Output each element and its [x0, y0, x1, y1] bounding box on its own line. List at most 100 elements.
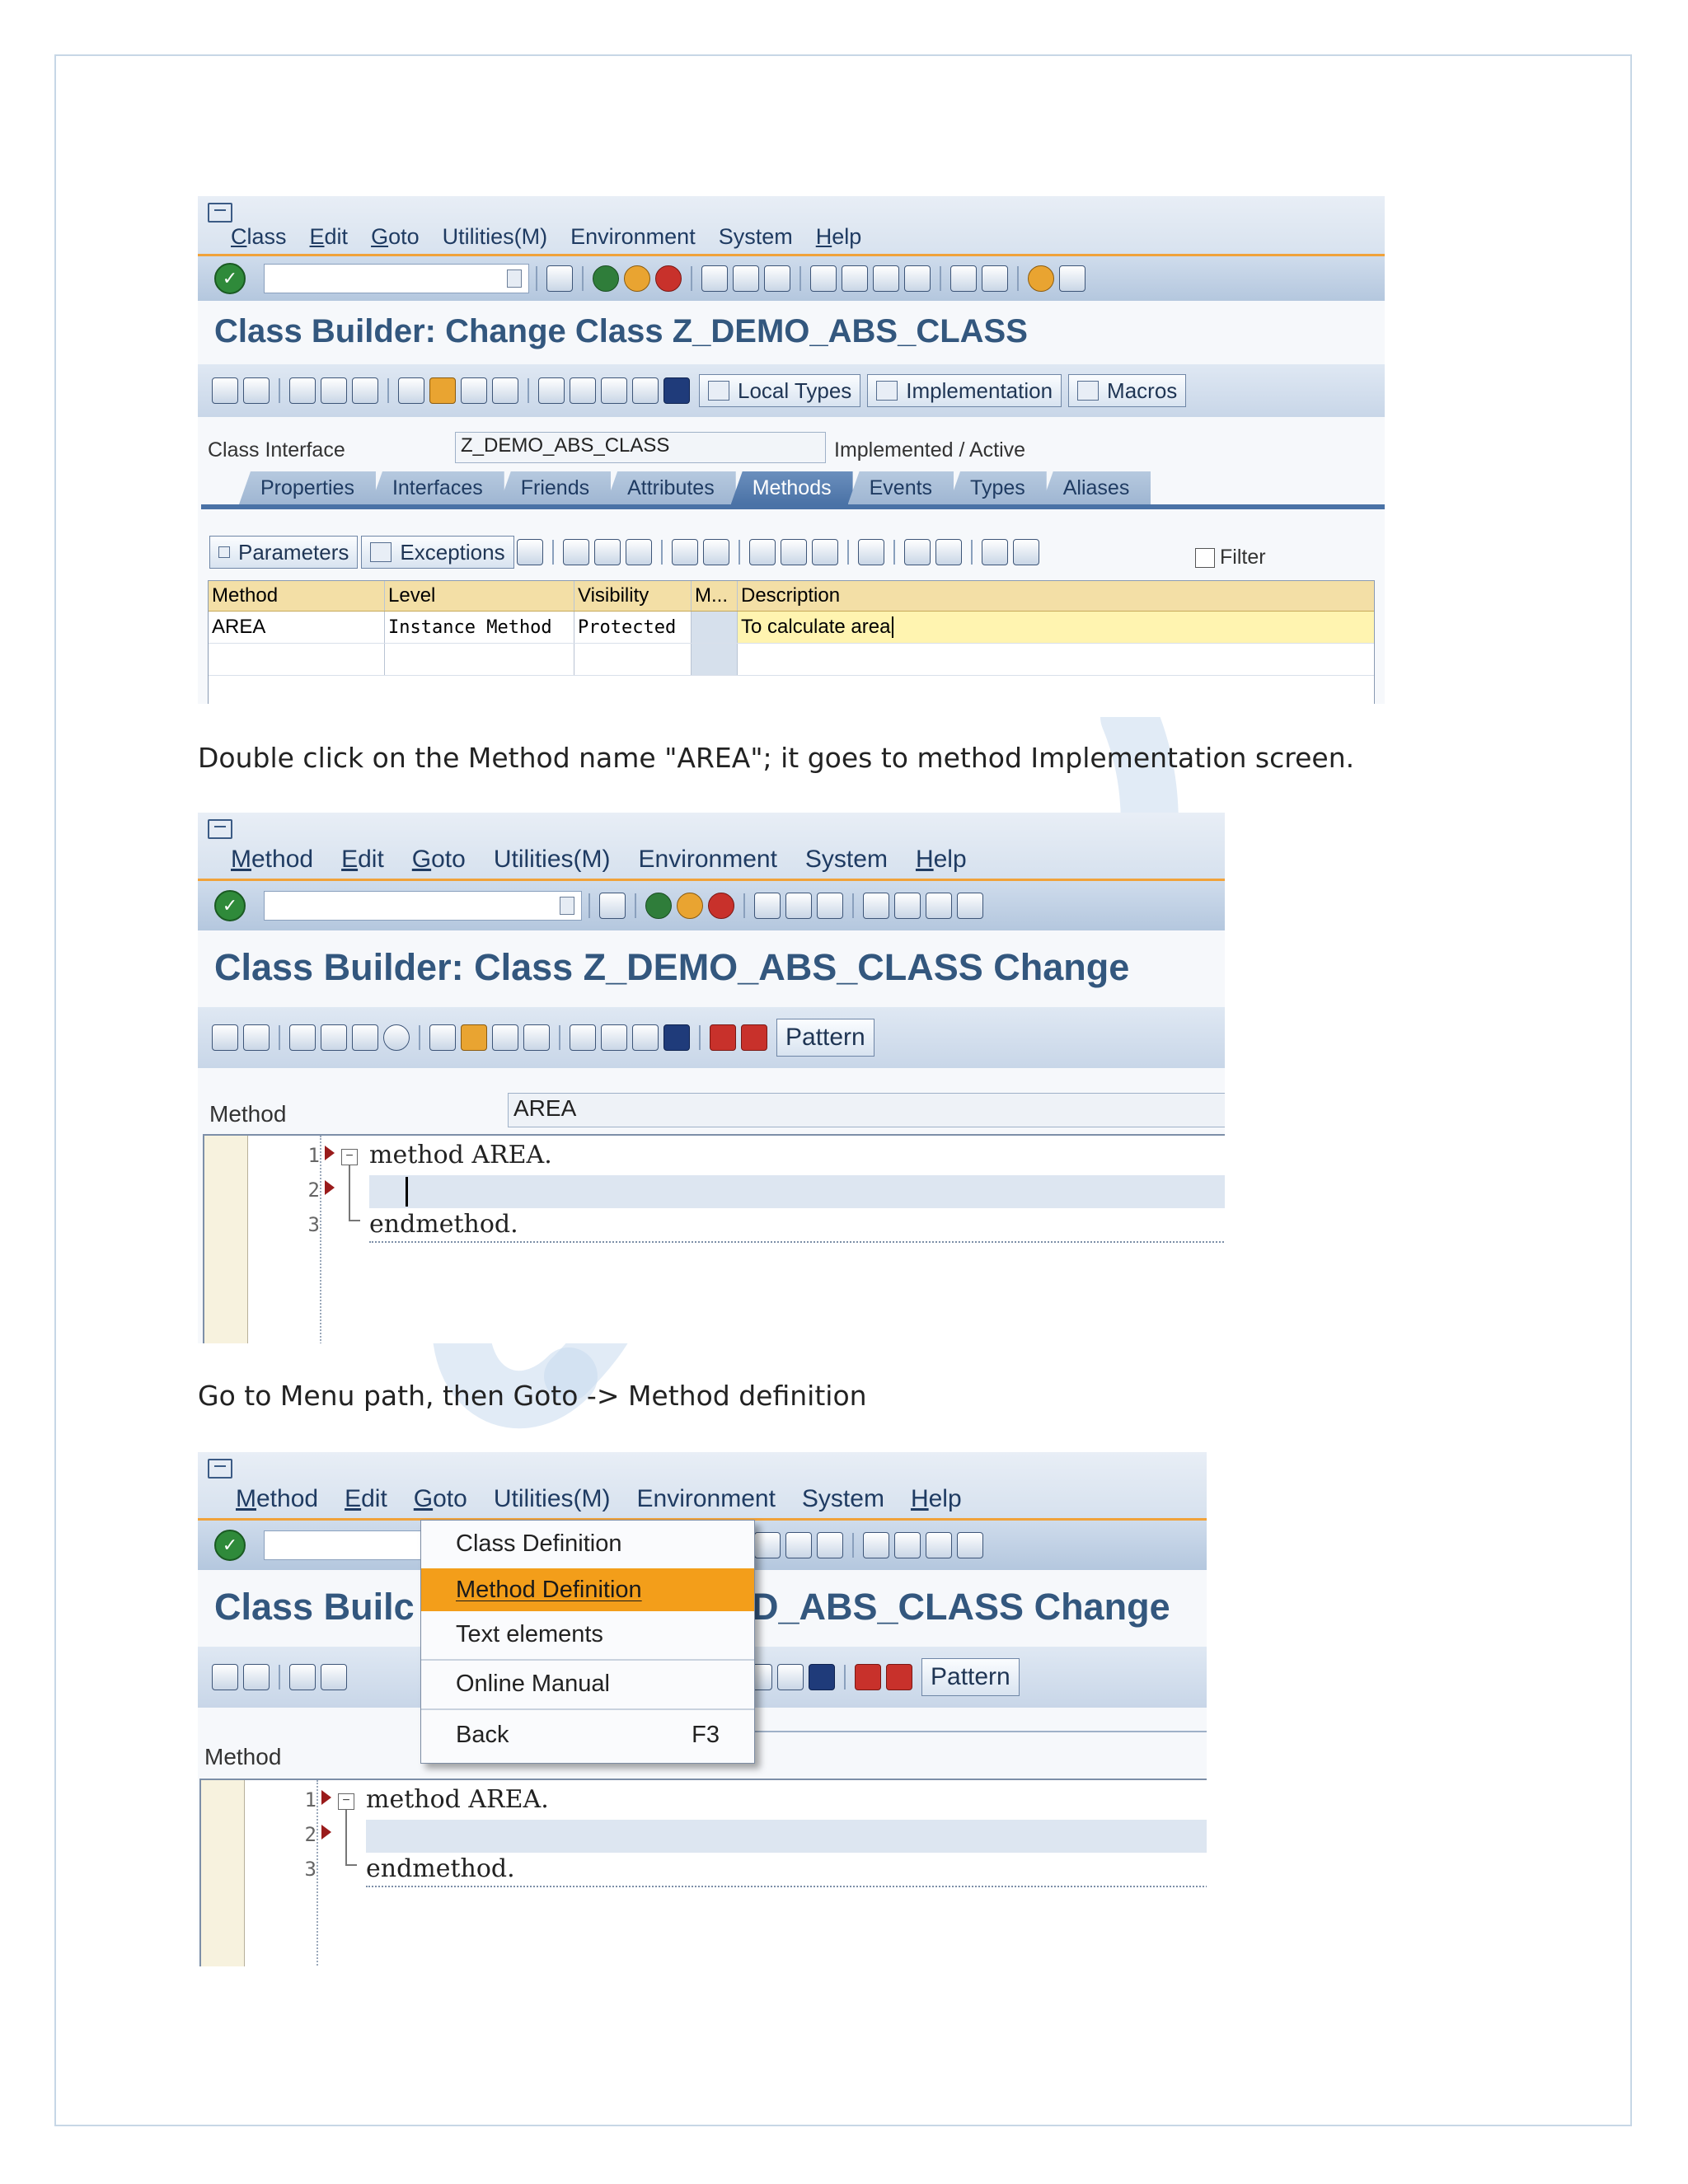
- cell-visibility[interactable]: Protected: [574, 612, 692, 643]
- class-interface-field[interactable]: Z_DEMO_ABS_CLASS: [455, 432, 826, 463]
- hierarchy-icon[interactable]: [570, 1024, 596, 1051]
- menu-goto[interactable]: Goto: [412, 846, 466, 874]
- session-breakpoint-icon[interactable]: [741, 1024, 767, 1051]
- test-icon[interactable]: [383, 1024, 410, 1051]
- filter-icon[interactable]: [632, 377, 659, 404]
- filter-checkbox[interactable]: [1195, 547, 1215, 568]
- code-line[interactable]: method AREA.: [369, 1141, 552, 1169]
- find-next-icon[interactable]: [764, 265, 790, 292]
- menu-utilities[interactable]: Utilities(M): [494, 846, 611, 874]
- exit-icon[interactable]: [677, 893, 703, 919]
- method-name-field[interactable]: AREA: [508, 1093, 1225, 1127]
- insert-row-icon[interactable]: [671, 539, 698, 565]
- copy-icon[interactable]: [780, 539, 807, 565]
- back-icon[interactable]: [645, 893, 672, 919]
- activate-icon[interactable]: [352, 1024, 378, 1051]
- pattern-button[interactable]: Pattern: [776, 1019, 874, 1057]
- menu-edit[interactable]: Edit: [341, 846, 384, 874]
- information-icon[interactable]: [809, 1664, 835, 1690]
- check-icon[interactable]: [321, 377, 347, 404]
- print-list-icon[interactable]: [857, 539, 884, 565]
- column-level[interactable]: Level: [385, 581, 574, 611]
- next-page-icon[interactable]: [873, 265, 899, 292]
- enter-check-icon[interactable]: ✓: [214, 1530, 246, 1561]
- menu-environment[interactable]: Environment: [639, 846, 777, 874]
- refresh-icon[interactable]: [1012, 539, 1039, 565]
- command-field[interactable]: [264, 264, 529, 293]
- tab-attributes[interactable]: Attributes: [606, 471, 736, 504]
- object-list-icon[interactable]: [492, 1024, 518, 1051]
- exceptions-button[interactable]: Exceptions: [361, 536, 514, 569]
- fullscreen-icon[interactable]: [601, 377, 627, 404]
- prev-page-icon[interactable]: [894, 893, 921, 919]
- stack-icon[interactable]: [601, 1024, 627, 1051]
- print-icon[interactable]: [754, 1532, 781, 1558]
- previous-object-icon[interactable]: [212, 1664, 238, 1690]
- find-icon[interactable]: [733, 265, 759, 292]
- fullscreen-icon[interactable]: [632, 1024, 659, 1051]
- cancel-icon[interactable]: [708, 893, 734, 919]
- menu-goto[interactable]: Goto: [371, 224, 420, 250]
- exit-icon[interactable]: [624, 265, 650, 292]
- stack-icon[interactable]: [570, 377, 596, 404]
- cut-icon[interactable]: [748, 539, 776, 565]
- prev-page-icon[interactable]: [842, 265, 868, 292]
- check-icon[interactable]: [321, 1024, 347, 1051]
- delete-row-icon[interactable]: [702, 539, 729, 565]
- current-line-highlight[interactable]: [369, 1175, 1225, 1208]
- shortcut-icon[interactable]: [982, 265, 1008, 292]
- menu-icon[interactable]: [208, 1459, 232, 1479]
- code-line[interactable]: method AREA.: [366, 1785, 549, 1814]
- settings-icon[interactable]: [981, 539, 1008, 565]
- menu-item-text-elements[interactable]: Text elements: [421, 1613, 754, 1656]
- where-used-icon[interactable]: [429, 1024, 456, 1051]
- previous-object-icon[interactable]: [212, 1024, 238, 1051]
- info-icon[interactable]: [429, 377, 456, 404]
- print-icon[interactable]: [701, 265, 728, 292]
- activate-icon[interactable]: [352, 377, 378, 404]
- last-page-icon[interactable]: [957, 1532, 983, 1558]
- find-next-icon[interactable]: [817, 893, 843, 919]
- menu-class[interactable]: Class: [231, 224, 287, 250]
- pattern-button[interactable]: Pattern: [921, 1658, 1020, 1696]
- menu-method[interactable]: Method: [236, 1485, 318, 1513]
- last-page-icon[interactable]: [904, 265, 931, 292]
- find-next-list-icon[interactable]: [935, 539, 962, 565]
- back-icon[interactable]: [593, 265, 619, 292]
- code-line[interactable]: endmethod.: [366, 1854, 515, 1883]
- menu-environment[interactable]: Environment: [570, 224, 696, 250]
- hierarchy-icon[interactable]: [538, 377, 565, 404]
- first-page-icon[interactable]: [863, 1532, 889, 1558]
- find-next-icon[interactable]: [817, 1532, 843, 1558]
- implementation-button[interactable]: Implementation: [867, 374, 1062, 407]
- column-visibility[interactable]: Visibility: [574, 581, 692, 611]
- find-icon[interactable]: [785, 1532, 812, 1558]
- next-page-icon[interactable]: [926, 1532, 952, 1558]
- menu-help[interactable]: Help: [816, 224, 862, 250]
- enter-check-icon[interactable]: ✓: [214, 890, 246, 921]
- menu-system[interactable]: System: [805, 846, 888, 874]
- enter-check-icon[interactable]: ✓: [214, 263, 246, 294]
- tab-properties[interactable]: Properties: [239, 471, 376, 504]
- tab-aliases[interactable]: Aliases: [1041, 471, 1151, 504]
- object-list-icon[interactable]: [461, 377, 487, 404]
- next-object-icon[interactable]: [243, 1664, 270, 1690]
- prev-page-icon[interactable]: [894, 1532, 921, 1558]
- collapse-block-icon[interactable]: −: [341, 1149, 358, 1165]
- display-change-icon[interactable]: [289, 1024, 316, 1051]
- code-line[interactable]: endmethod.: [369, 1210, 518, 1239]
- menu-item-back[interactable]: Back F3: [421, 1713, 754, 1756]
- menu-edit[interactable]: Edit: [310, 224, 349, 250]
- local-types-button[interactable]: Local Types: [699, 374, 861, 407]
- info-icon[interactable]: [461, 1024, 487, 1051]
- breakpoint-icon[interactable]: [855, 1664, 881, 1690]
- tab-friends[interactable]: Friends: [499, 471, 612, 504]
- save-icon[interactable]: [546, 265, 573, 292]
- display-change-icon[interactable]: [289, 377, 316, 404]
- current-line-highlight[interactable]: [366, 1820, 1207, 1853]
- abap-editor[interactable]: 1 2 3 − method AREA. endmethod.: [199, 1779, 1207, 1966]
- previous-object-icon[interactable]: [212, 377, 238, 404]
- cancel-icon[interactable]: [655, 265, 682, 292]
- navigation-icon[interactable]: [492, 377, 518, 404]
- table-row[interactable]: AREA Instance Method Protected To calcul…: [209, 612, 1374, 644]
